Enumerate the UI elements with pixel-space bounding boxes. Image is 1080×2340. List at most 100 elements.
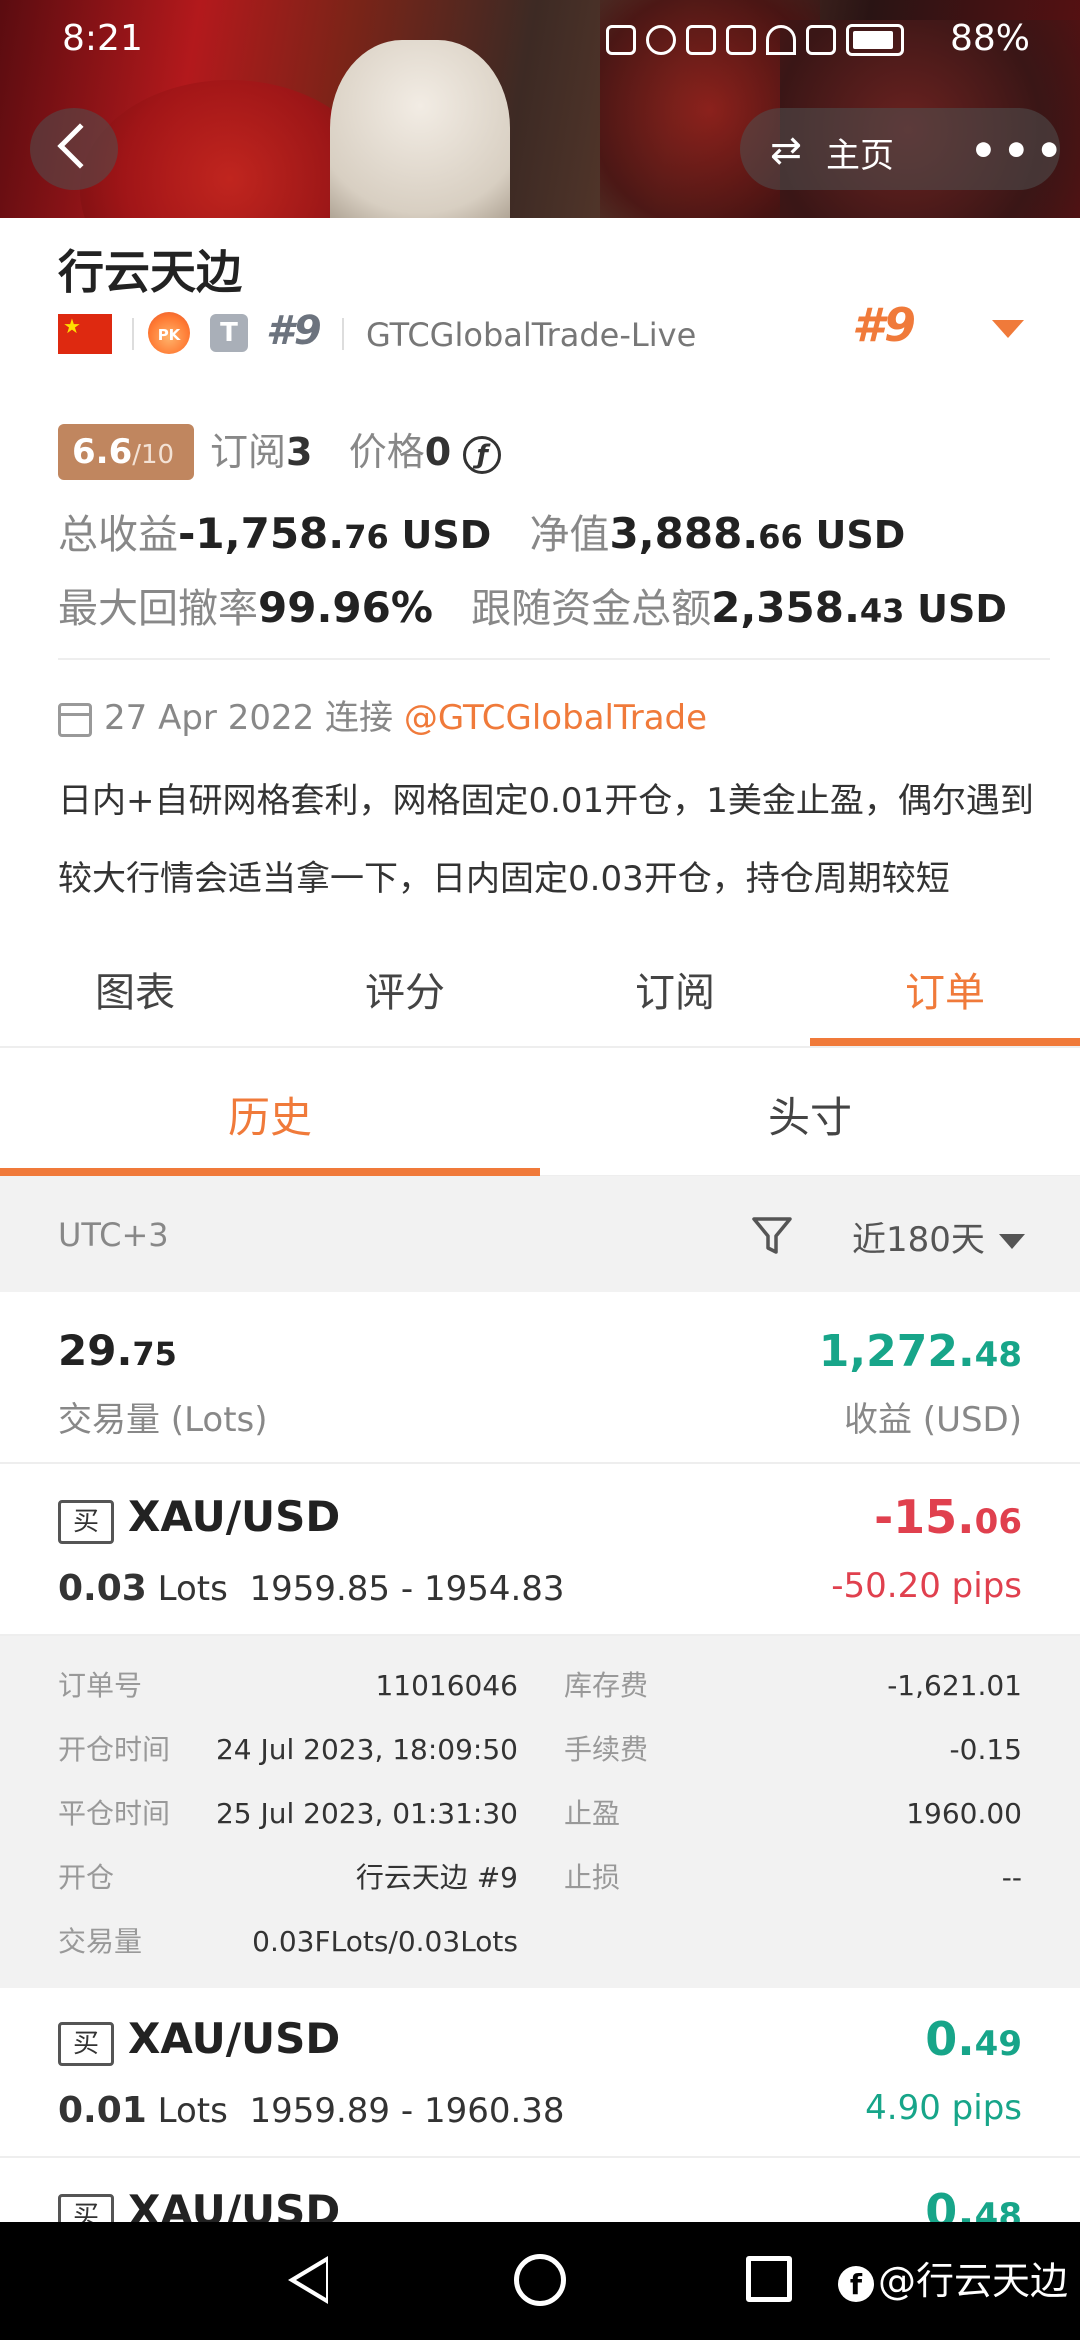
subscribe-price-row: 订阅3 价格0 ƒ <box>210 424 502 480</box>
fee-value: -0.15 <box>949 1733 1022 1766</box>
order-no-label: 订单号 <box>58 1669 143 1702</box>
server-name: GTCGlobalTrade-Live <box>366 316 697 354</box>
close-time-label: 平仓时间 <box>58 1797 171 1830</box>
tab-subscribe[interactable]: 订阅 <box>540 960 810 1018</box>
battery-icon <box>846 24 904 56</box>
app-screen: { "status": {"time": "8:21", "battery": … <box>0 0 1080 2340</box>
back-button[interactable] <box>30 108 118 190</box>
open-time-value: 24 Jul 2023, 18:09:50 <box>215 1733 518 1766</box>
filter-icon[interactable] <box>750 1214 794 1258</box>
system-nav-bar: f @行云天边 <box>0 2222 1080 2340</box>
rank-label: #9 <box>266 308 322 354</box>
signal-icon <box>806 25 836 55</box>
equity-decimal: 66 <box>758 518 803 556</box>
order-lots: 0.03 <box>58 1568 147 1609</box>
total-lots-dec: 75 <box>132 1335 177 1373</box>
follow-value: 2,358. <box>711 583 860 632</box>
detail-row: 平仓时间 25 Jul 2023, 01:31:30 止盈 1960.00 <box>0 1782 1080 1846</box>
order-pips: 4.90 pips <box>865 2088 1022 2128</box>
follow-decimal: 43 <box>859 592 905 630</box>
order-row[interactable]: 买 XAU/USD 0.48 <box>0 2160 1080 2222</box>
tab-rating[interactable]: 评分 <box>270 960 540 1018</box>
chevron-left-icon <box>57 123 103 169</box>
main-tabs: 图表 评分 订阅 订单 <box>0 938 1080 1048</box>
order-pnl-dec: 49 <box>974 2024 1022 2064</box>
order-symbol: XAU/USD <box>128 2186 341 2222</box>
price-value: 0 <box>424 430 452 474</box>
swap-label: 库存费 <box>564 1669 649 1702</box>
coin-icon: ƒ <box>463 435 502 474</box>
broker-handle-link[interactable]: @GTCGlobalTrade <box>404 698 707 738</box>
buy-badge: 买 <box>58 1500 114 1544</box>
total-lots-label: 交易量 (Lots) <box>58 1400 268 1440</box>
open-time-label: 开仓时间 <box>58 1733 171 1766</box>
subtab-history[interactable]: 历史 <box>0 1084 540 1145</box>
order-lots-unit: Lots <box>157 1569 228 1609</box>
order-pnl: 0.48 <box>925 2184 1022 2222</box>
order-pnl-int: -15. <box>874 1490 975 1544</box>
subscribe-label: 订阅 <box>210 430 287 474</box>
close-time-value: 25 Jul 2023, 01:31:30 <box>215 1797 518 1830</box>
volume-label: 交易量 <box>58 1925 143 1958</box>
history-profit-int: 1,272. <box>818 1326 975 1377</box>
subtab-indicator <box>0 1168 540 1176</box>
nav-home-icon[interactable] <box>514 2254 566 2306</box>
order-pnl-int: 0. <box>925 2184 975 2222</box>
open-value: 行云天边 #9 <box>355 1861 518 1894</box>
subtab-positions[interactable]: 头寸 <box>540 1084 1080 1145</box>
tab-chart[interactable]: 图表 <box>0 960 270 1018</box>
more-icon[interactable]: ••• <box>970 126 1069 175</box>
order-row[interactable]: 买 XAU/USD 0.01 Lots 1959.89 - 1960.38 0.… <box>0 1988 1080 2158</box>
join-date-row: 27 Apr 2022 连接 @GTCGlobalTrade <box>58 690 707 739</box>
alarm-icon <box>646 25 676 55</box>
order-pips: -50.20 pips <box>831 1566 1022 1606</box>
watermark-text: @行云天边 <box>878 2259 1069 2303</box>
take-profit-value: 1960.00 <box>906 1797 1022 1830</box>
order-no-value: 11016046 <box>375 1669 518 1702</box>
buy-badge: 买 <box>58 2022 114 2066</box>
join-date: 27 Apr 2022 连接 <box>104 698 394 738</box>
divider <box>342 318 344 350</box>
swap-icon[interactable]: ⇄ <box>770 131 802 169</box>
t-badge-icon: T <box>210 314 248 352</box>
profit-equity-row: 总收益-1,758.76 USD 净值3,888.66 USD <box>58 502 905 560</box>
detail-row: 交易量 0.03FLots/0.03Lots <box>0 1910 1080 1974</box>
order-pnl-dec: 06 <box>974 1502 1022 1542</box>
timezone-label: UTC+3 <box>58 1216 169 1254</box>
order-row[interactable]: 买 XAU/USD 0.03 Lots 1959.85 - 1954.83 -1… <box>0 1466 1080 1636</box>
score-value: 6.6 <box>72 432 133 472</box>
buy-badge: 买 <box>58 2194 114 2222</box>
order-prices: 1959.85 - 1954.83 <box>249 1569 565 1609</box>
china-flag-icon: ★ <box>58 314 112 354</box>
equity-value: 3,888. <box>609 509 759 558</box>
order-symbol: XAU/USD <box>128 2014 341 2063</box>
tab-orders[interactable]: 订单 <box>810 960 1080 1018</box>
equity-currency: USD <box>815 513 906 557</box>
stop-loss-value: -- <box>1001 1861 1022 1894</box>
watermark: f @行云天边 <box>838 2250 1068 2305</box>
vibrate-icon <box>726 25 756 55</box>
order-subtabs: 历史 头寸 <box>0 1048 1080 1176</box>
rank-dropdown-label: #9 <box>852 298 917 352</box>
total-profit-label: 总收益 <box>58 512 178 558</box>
nav-back-icon[interactable] <box>288 2256 328 2304</box>
range-dropdown[interactable]: 近180天 <box>852 1212 1025 1261</box>
calendar-icon <box>58 702 92 737</box>
tab-indicator <box>810 1038 1080 1046</box>
nav-recents-icon[interactable] <box>746 2256 792 2302</box>
score-badge: 6.6/10 <box>58 424 194 480</box>
divider <box>132 318 134 350</box>
home-button[interactable]: 主页 <box>826 128 894 177</box>
order-lots-row: 0.01 Lots 1959.89 - 1960.38 <box>58 2090 565 2131</box>
total-profit-currency: USD <box>401 513 492 557</box>
order-pnl-dec: 48 <box>974 2196 1022 2222</box>
stop-loss-label: 止损 <box>564 1861 621 1894</box>
status-time: 8:21 <box>62 18 143 59</box>
rank-dropdown[interactable]: #9 <box>852 298 1024 352</box>
total-profit-value: -1,758. <box>178 509 345 558</box>
pk-badge-icon: PK <box>148 312 190 354</box>
history-summary: 29.75 交易量 (Lots) 1,272.48 收益 (USD) <box>0 1292 1080 1464</box>
drawdown-label: 最大回撤率 <box>58 586 258 632</box>
nfc-icon <box>606 25 636 55</box>
header-banner: 8:21 88% ⇄ 主页 ••• <box>0 0 1080 218</box>
